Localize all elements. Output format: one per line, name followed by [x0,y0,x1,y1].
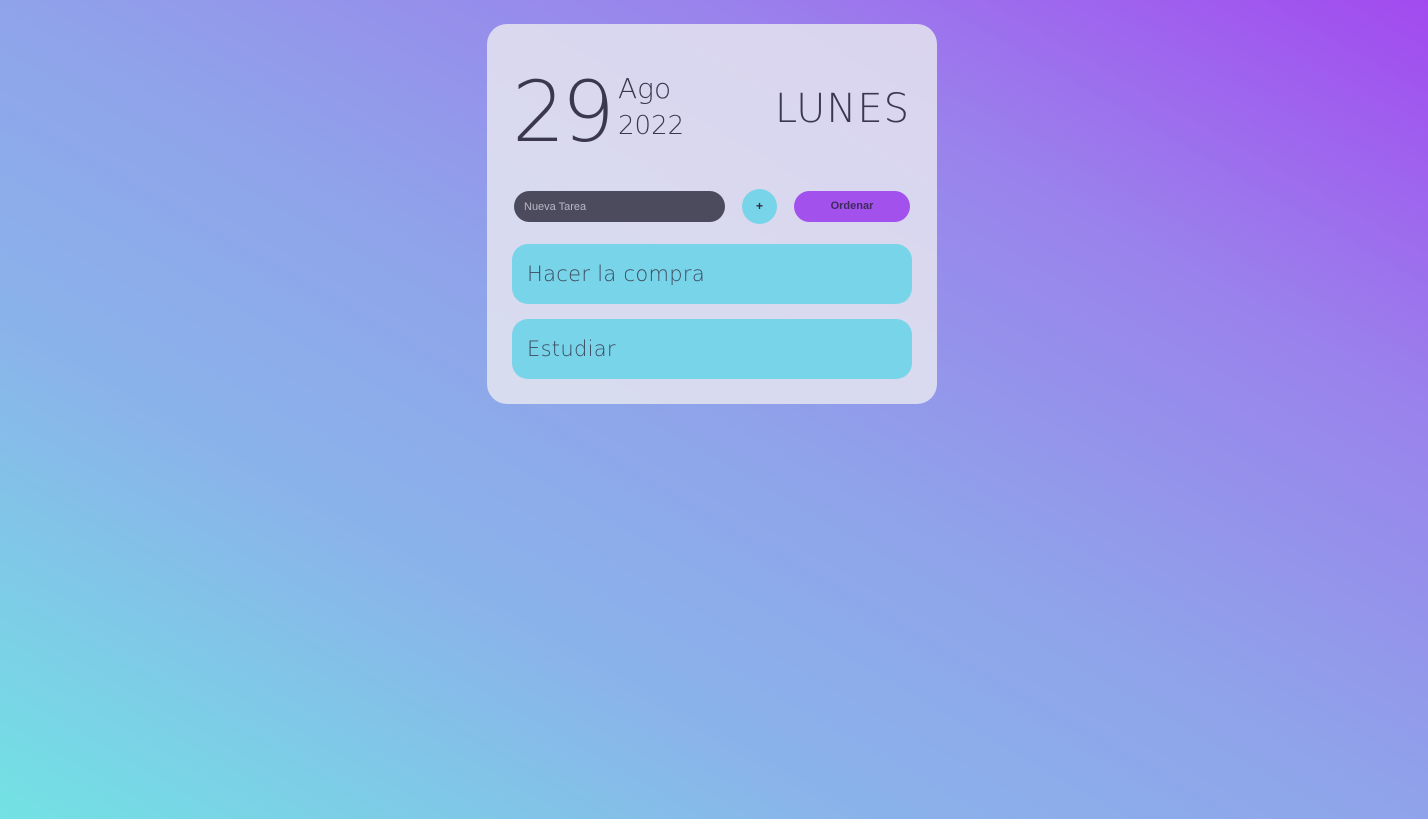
task-text: Estudiar [527,337,616,361]
date-month: Ago [618,72,672,105]
date-year: 2022 [618,111,685,141]
date-weekday: LUNES [774,86,910,132]
todo-card: 29 Ago 2022 LUNES + Ordenar Hacer la com… [487,24,937,404]
date-day: 29 [512,63,615,161]
add-task-button[interactable]: + [742,189,777,224]
task-item[interactable]: Estudiar [512,319,912,379]
new-task-input[interactable] [514,191,725,222]
task-list: Hacer la compra Estudiar [512,244,912,394]
sort-button[interactable]: Ordenar [794,191,910,222]
task-item[interactable]: Hacer la compra [512,244,912,304]
task-text: Hacer la compra [527,262,705,286]
